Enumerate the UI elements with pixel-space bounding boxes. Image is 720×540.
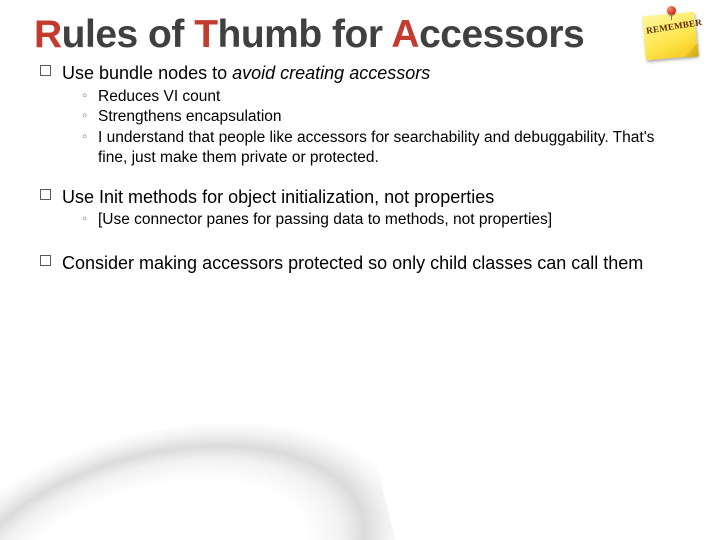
slide-title: Rules of Thumb for Accessors xyxy=(34,14,686,56)
bullet-1: Use bundle nodes to avoid creating acces… xyxy=(40,62,686,85)
bullet-square-icon xyxy=(40,65,51,76)
sub-bullet: Reduces VI count xyxy=(82,87,686,107)
bullet-3-text: Consider making accessors protected so o… xyxy=(62,253,643,273)
bullet-3: Consider making accessors protected so o… xyxy=(40,252,686,275)
bullet-square-icon xyxy=(40,189,51,200)
pushpin-icon xyxy=(667,6,676,15)
sub-bullet: I understand that people like accessors … xyxy=(82,128,686,168)
sub-bullet: Strengthens encapsulation xyxy=(82,107,686,127)
bullet-1-sublist: Reduces VI count Strengthens encapsulati… xyxy=(82,87,686,168)
bullet-2-sublist: [Use connector panes for passing data to… xyxy=(82,210,686,230)
slide-body: Use bundle nodes to avoid creating acces… xyxy=(40,62,686,275)
bullet-2-text: Use Init methods for object initializati… xyxy=(62,187,494,207)
decorative-swoosh xyxy=(0,362,433,540)
remember-sticky-icon: REMEMBER xyxy=(640,4,702,64)
bullet-1-text-lead: Use bundle nodes to xyxy=(62,63,232,83)
slide: REMEMBER Rules of Thumb for Accessors Us… xyxy=(0,0,720,540)
bullet-2: Use Init methods for object initializati… xyxy=(40,186,686,209)
bullet-1-text-italic: avoid creating accessors xyxy=(232,63,430,83)
bullet-square-icon xyxy=(40,255,51,266)
sub-bullet: [Use connector panes for passing data to… xyxy=(82,210,686,230)
